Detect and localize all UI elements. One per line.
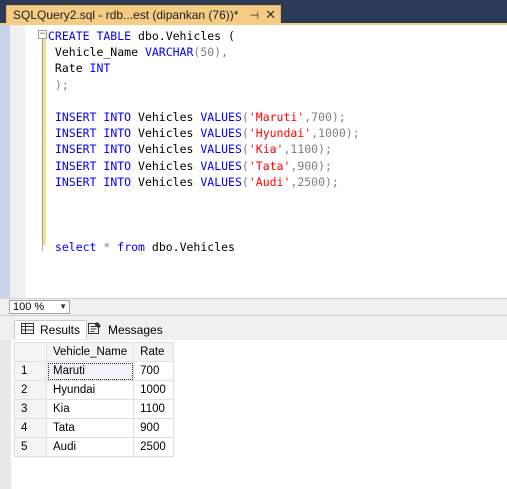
table-row[interactable]: 2 Hyundai 1000 <box>14 380 175 400</box>
column-header-vehicle-name[interactable]: Vehicle_Name <box>45 342 135 362</box>
results-tab-strip: Results Messages <box>0 316 507 340</box>
grid-corner-cell[interactable] <box>14 342 47 362</box>
change-tracking-bar <box>43 39 46 245</box>
sql-code[interactable]: CREATE TABLE dbo.Vehicles ( Vehicle_Name… <box>48 28 360 255</box>
cell-vehicle-name[interactable]: Audi <box>45 437 135 457</box>
create-line: CREATE TABLE dbo.Vehicles ( <box>48 29 235 43</box>
table-row[interactable]: 5 Audi 2500 <box>14 437 175 457</box>
collapse-icon[interactable]: − <box>38 30 47 39</box>
chevron-down-icon[interactable]: ▼ <box>59 301 67 313</box>
row-number[interactable]: 2 <box>14 380 47 400</box>
insert-line: INSERT INTO Vehicles VALUES('Maruti',700… <box>54 110 346 125</box>
row-number[interactable]: 4 <box>14 418 47 438</box>
tab-messages-label: Messages <box>108 322 163 337</box>
query-editor[interactable]: − CREATE TABLE dbo.Vehicles ( Vehicle_Na… <box>0 25 507 298</box>
tab-results-label: Results <box>40 323 81 337</box>
results-grid-area: Vehicle_Name Rate 1 Maruti 700 2 Hyundai… <box>0 340 507 489</box>
editor-selection-margin <box>0 25 10 298</box>
insert-line: INSERT INTO Vehicles VALUES('Audi',2500)… <box>54 174 339 189</box>
column-line-1: Vehicle_Name VARCHAR(50), <box>48 45 229 60</box>
editor-indicator-margin <box>10 25 25 298</box>
select-line: select * from dbo.Vehicles <box>54 239 235 254</box>
table-row[interactable]: 4 Tata 900 <box>14 418 175 438</box>
query-document-tab[interactable]: SQLQuery2.sql - rdb...est (dipankan (76)… <box>6 5 281 24</box>
cell-vehicle-name[interactable]: Kia <box>45 399 135 419</box>
cell-vehicle-name[interactable]: Hyundai <box>45 380 135 400</box>
close-icon[interactable]: ✕ <box>265 7 276 23</box>
row-number[interactable]: 3 <box>14 399 47 419</box>
insert-line: INSERT INTO Vehicles VALUES('Kia',1100); <box>54 142 332 157</box>
cell-vehicle-name[interactable]: Tata <box>45 418 135 438</box>
cell-rate[interactable]: 1100 <box>133 399 175 419</box>
close-paren-line: ); <box>48 77 69 92</box>
cell-rate[interactable]: 900 <box>133 418 175 438</box>
cell-rate[interactable]: 700 <box>133 361 175 381</box>
document-tab-strip: SQLQuery2.sql - rdb...est (dipankan (76)… <box>0 0 507 24</box>
tab-title: SQLQuery2.sql - rdb...est (dipankan (76)… <box>13 8 239 22</box>
results-grid[interactable]: Vehicle_Name Rate 1 Maruti 700 2 Hyundai… <box>14 342 175 457</box>
grid-left-margin <box>0 340 11 489</box>
column-line-2: Rate INT <box>48 61 111 76</box>
tab-messages[interactable]: Messages <box>82 320 169 339</box>
row-number[interactable]: 1 <box>14 361 47 381</box>
table-row[interactable]: 3 Kia 1100 <box>14 399 175 419</box>
cell-rate[interactable]: 1000 <box>133 380 175 400</box>
grid-header-row: Vehicle_Name Rate <box>14 342 175 362</box>
zoom-value: 100 % <box>13 301 45 313</box>
insert-line: INSERT INTO Vehicles VALUES('Hyundai',10… <box>54 126 360 141</box>
row-number[interactable]: 5 <box>14 437 47 457</box>
zoom-bar: 100 % ▼ <box>0 298 507 316</box>
pin-icon[interactable]: ⊣ <box>250 9 260 22</box>
grid-icon <box>21 323 34 337</box>
column-header-rate[interactable]: Rate <box>133 342 175 362</box>
cell-rate[interactable]: 2500 <box>133 437 175 457</box>
cell-vehicle-name[interactable]: Maruti <box>45 361 135 381</box>
zoom-dropdown[interactable]: 100 % ▼ <box>9 300 70 314</box>
messages-icon <box>88 322 102 337</box>
tab-results[interactable]: Results <box>14 320 88 339</box>
insert-line: INSERT INTO Vehicles VALUES('Tata',900); <box>54 158 332 173</box>
table-row[interactable]: 1 Maruti 700 <box>14 361 175 381</box>
